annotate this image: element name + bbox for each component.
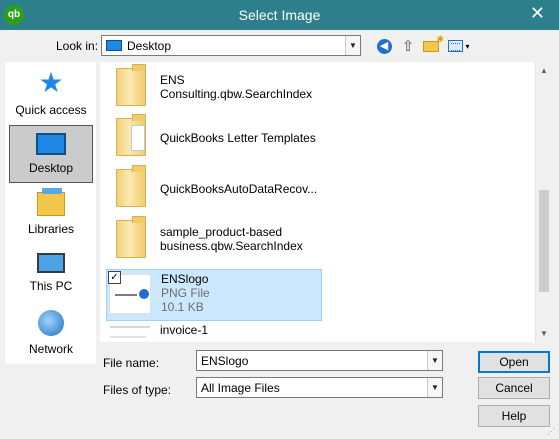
file-name: sample_product-based xyxy=(160,225,283,239)
file-type: PNG File xyxy=(161,286,210,300)
libraries-icon xyxy=(37,188,65,216)
back-button[interactable]: ◀ xyxy=(374,37,394,55)
list-item[interactable]: QuickBooks Letter Templates xyxy=(106,114,322,162)
place-label: Libraries xyxy=(27,222,75,236)
network-icon xyxy=(38,310,64,336)
chevron-down-icon[interactable]: ▼ xyxy=(427,351,442,370)
file-name: invoice-1 xyxy=(160,323,209,337)
view-menu-button[interactable]: ▾ xyxy=(446,37,472,55)
place-libraries[interactable]: Libraries xyxy=(9,186,93,242)
file-name: QuickBooks Letter Templates xyxy=(160,131,316,145)
desktop-icon xyxy=(36,133,66,155)
file-name: QuickBooksAutoDataRecov... xyxy=(160,182,318,196)
list-item-selected[interactable]: ✓ ENSlogo PNG File 10.1 KB xyxy=(106,269,322,321)
folder-icon xyxy=(116,165,146,207)
folder-icon xyxy=(116,64,146,106)
view-menu-icon xyxy=(448,40,464,52)
file-name: ENS xyxy=(160,73,185,87)
look-in-label: Look in: xyxy=(56,39,99,53)
cancel-button[interactable]: Cancel xyxy=(478,377,550,399)
select-image-dialog: qb Select Image ✕ Look in: Desktop ▼ ◀ ⇧… xyxy=(0,0,559,439)
this-pc-icon xyxy=(37,253,65,273)
new-folder-button[interactable] xyxy=(421,34,444,55)
vertical-scrollbar[interactable]: ▲ ▼ xyxy=(535,62,552,342)
file-name-label: File name: xyxy=(103,356,160,370)
file-size: 10.1 KB xyxy=(161,300,204,314)
look-in-value: Desktop xyxy=(127,39,172,53)
files-of-type-label: Files of type: xyxy=(103,383,172,397)
up-folder-icon: ⇧ xyxy=(401,38,415,55)
quick-access-icon: ★ xyxy=(38,67,64,98)
file-list[interactable]: ENS Consulting.qbw.SearchIndex QuickBook… xyxy=(100,62,540,342)
place-this-pc[interactable]: This PC xyxy=(9,246,93,302)
file-name-cont: Consulting.qbw.SearchIndex xyxy=(160,87,313,101)
close-icon[interactable]: ✕ xyxy=(530,3,545,24)
list-item[interactable]: sample_product-based business.qbw.Search… xyxy=(106,216,322,264)
files-of-type-dropdown[interactable]: All Image Files ▼ xyxy=(196,377,443,398)
file-name: ENSlogo xyxy=(161,272,209,286)
place-label: This PC xyxy=(29,279,73,293)
place-label: Network xyxy=(28,342,73,356)
file-name-value: ENSlogo xyxy=(201,354,249,368)
list-item[interactable]: QuickBooksAutoDataRecov... xyxy=(106,165,322,213)
places-bar: ★ Quick access Desktop Libraries This PC… xyxy=(5,62,96,364)
list-item[interactable]: invoice-1 xyxy=(106,322,322,342)
checkbox-icon[interactable]: ✓ xyxy=(108,271,121,284)
scroll-down-icon[interactable]: ▼ xyxy=(536,325,552,342)
folder-icon xyxy=(116,216,146,258)
place-network[interactable]: Network xyxy=(9,306,93,362)
scrollbar-thumb[interactable] xyxy=(539,190,549,292)
back-icon: ◀ xyxy=(376,38,392,54)
open-button[interactable]: Open xyxy=(478,351,550,373)
place-label: Quick access xyxy=(15,103,87,117)
up-folder-button[interactable]: ⇧ xyxy=(398,37,418,55)
caret-down-icon: ▾ xyxy=(465,41,470,51)
new-folder-icon xyxy=(423,34,444,52)
image-thumbnail xyxy=(110,326,150,342)
files-of-type-value: All Image Files xyxy=(201,381,280,395)
help-button[interactable]: Help xyxy=(478,405,550,427)
look-in-dropdown[interactable]: Desktop ▼ xyxy=(101,35,361,56)
chevron-down-icon[interactable]: ▼ xyxy=(345,36,360,55)
list-item[interactable]: ENS Consulting.qbw.SearchIndex xyxy=(106,64,322,112)
window-title: Select Image xyxy=(238,7,321,23)
title-bar: qb Select Image ✕ xyxy=(0,0,559,30)
place-label: Desktop xyxy=(28,161,74,175)
scroll-up-icon[interactable]: ▲ xyxy=(536,62,552,79)
folder-icon xyxy=(116,114,146,156)
place-desktop[interactable]: Desktop xyxy=(9,125,93,183)
desktop-small-icon xyxy=(106,40,122,51)
place-quick-access[interactable]: ★ Quick access xyxy=(9,68,93,124)
file-name-field[interactable]: ENSlogo ▼ xyxy=(196,350,443,371)
file-name-cont: business.qbw.SearchIndex xyxy=(160,239,303,253)
resize-grip-icon[interactable]: ⋰ xyxy=(547,427,557,437)
chevron-down-icon[interactable]: ▼ xyxy=(427,378,442,397)
